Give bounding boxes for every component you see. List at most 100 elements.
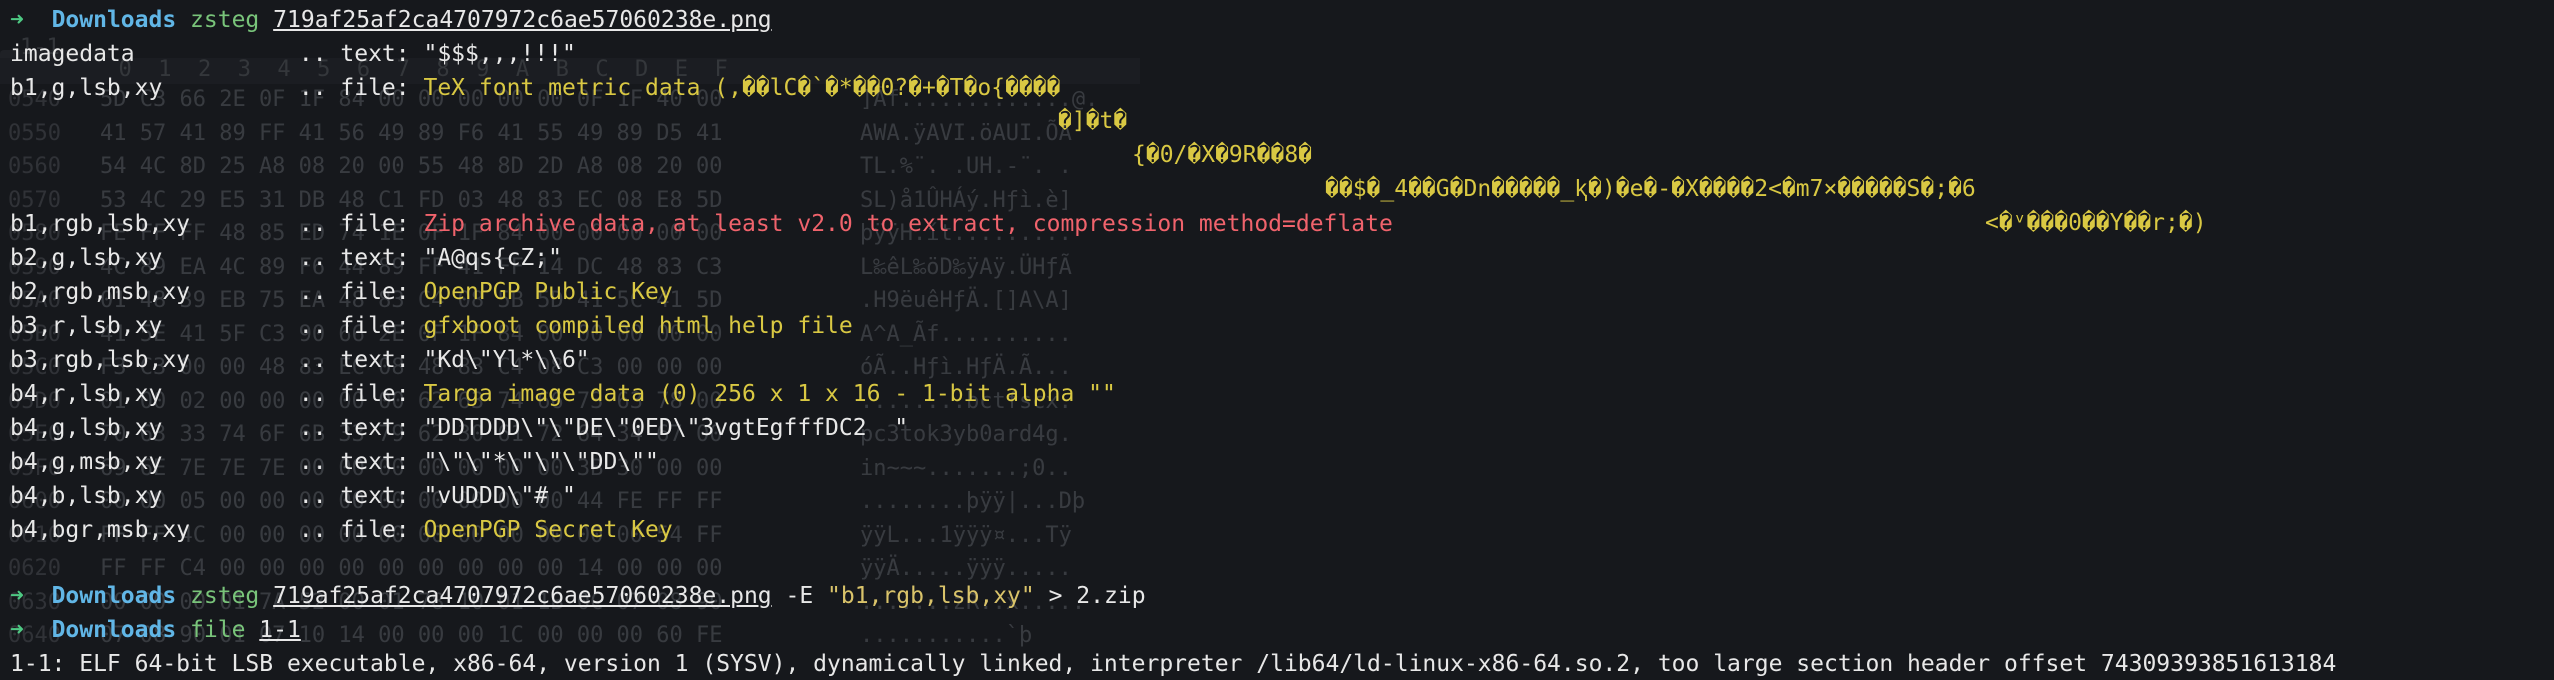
zsteg-result-row: b1,g,lsb,xy .. file: TeX font metric dat… xyxy=(10,72,1060,104)
zsteg-result-row: imagedata .. text: "$$$,,,!!!" xyxy=(10,38,576,70)
command-path[interactable]: 719af25af2ca4707972c6ae57060238e.png xyxy=(273,583,772,609)
prompt-line-2: ➜ Downloads zsteg 719af25af2ca4707972c6a… xyxy=(10,580,1146,612)
command-string-arg: "b1,rgb,lsb,xy" xyxy=(827,583,1035,609)
prompt-line-1: ➜ Downloads zsteg 719af25af2ca4707972c6a… xyxy=(10,4,772,36)
result-channel-label: b4,g,msb,xy xyxy=(10,449,163,475)
result-channel-label: b4,r,lsb,xy xyxy=(10,381,163,407)
background-hex-ascii: in~~~.......;0.. xyxy=(860,455,1072,481)
prompt-arrow-icon: ➜ xyxy=(10,7,24,33)
background-hex-ascii: ÿÿL...1ÿÿÿ¤...Tÿ xyxy=(860,522,1072,548)
background-hex-bytes: 41 57 41 89 FF 41 56 49 89 F6 41 55 49 8… xyxy=(100,120,723,146)
zsteg-result-row: b2,rgb,msb,xy .. file: OpenPGP Public Ke… xyxy=(10,276,673,308)
result-channel-label: b4,g,lsb,xy xyxy=(10,415,163,441)
result-kind: text: xyxy=(340,347,424,373)
command-name: zsteg xyxy=(190,583,260,609)
prompt-arrow-icon: ➜ xyxy=(10,583,24,609)
background-hex-ascii: ÿÿÄ.....ÿÿÿ..... xyxy=(860,556,1072,581)
background-hex-ascii: AWA.ÿAVI.öAUI.ÕA xyxy=(860,120,1072,146)
result-kind: text: xyxy=(340,449,424,475)
background-hex-ascii: A^A_Ãf.......... xyxy=(860,321,1072,347)
background-hex-ascii: .H9ëuêHƒÄ.[]A\A] xyxy=(860,288,1072,313)
result-kind: file: xyxy=(340,313,424,339)
zsteg-result-row: b1,rgb,lsb,xy .. file: Zip archive data,… xyxy=(10,208,1393,240)
result-value: "A@qs{cZ;" xyxy=(423,245,562,271)
command-name: zsteg xyxy=(190,7,260,33)
binary-garbage-line: �]�t� xyxy=(1058,108,1128,134)
zsteg-result-row: b4,g,lsb,xy .. text: "DDTDDD\"\"DE\"0ED\… xyxy=(10,412,908,444)
file-command-output: 1-1: ELF 64-bit LSB executable, x86-64, … xyxy=(10,651,2337,677)
result-channel-label: imagedata xyxy=(10,41,135,67)
result-value: Zip archive data, at least v2.0 to extra… xyxy=(423,211,1393,237)
binary-garbage-line: {�0/�X�9R��8� xyxy=(1132,142,1313,168)
zsteg-result-row: b2,g,lsb,xy .. text: "A@qs{cZ;" xyxy=(10,242,562,274)
result-separator: .. xyxy=(285,245,341,271)
result-channel-label: b4,b,lsb,xy xyxy=(10,483,163,509)
result-kind: text: xyxy=(340,41,424,67)
result-value: "$$$,,,!!!" xyxy=(423,41,576,67)
result-value: "\"\"*\"\"\"DD\"" xyxy=(423,449,659,475)
result-value: "Kd\"Yl*\\6" xyxy=(423,347,590,373)
prompt-cwd: Downloads xyxy=(51,583,177,609)
result-kind: text: xyxy=(340,483,424,509)
zsteg-result-row: b4,b,lsb,xy .. text: "vUDDD\"# " xyxy=(10,480,576,512)
zsteg-result-row: b4,g,msb,xy .. text: "\"\"*\"\"\"DD\"" xyxy=(10,446,659,478)
command-path[interactable]: 719af25af2ca4707972c6ae57060238e.png xyxy=(273,7,772,33)
result-value: OpenPGP Secret Key xyxy=(423,517,673,543)
result-value: gfxboot compiled html help file xyxy=(423,313,853,339)
result-kind: file: xyxy=(340,381,424,407)
binary-garbage-line: ��$�_4��G�Dn�����_ⱪ�)�e�-�X����2<�m7×���… xyxy=(1325,176,1976,202)
background-hex-offset: 0620 xyxy=(8,556,61,581)
result-separator: .. xyxy=(285,211,341,237)
command-redirect: > 2.zip xyxy=(1034,583,1146,609)
result-kind: file: xyxy=(340,279,424,305)
background-hex-ascii: L‰êL‰öD‰ÿAÿ.ÜHƒÃ xyxy=(860,254,1072,280)
result-kind: text: xyxy=(340,245,424,271)
result-separator: .. xyxy=(285,41,341,67)
result-separator: .. xyxy=(285,449,341,475)
result-kind: file: xyxy=(340,211,424,237)
zsteg-result-row: b3,r,lsb,xy .. file: gfxboot compiled ht… xyxy=(10,310,853,342)
result-kind: file: xyxy=(340,517,424,543)
command-name: file xyxy=(190,617,246,643)
result-separator: .. xyxy=(285,279,341,305)
background-hex-ascii: ........þÿÿ|...Dþ xyxy=(860,489,1086,514)
background-hex-row: 0560 54 4C 8D 25 A8 08 20 00 55 48 8D 2D … xyxy=(8,153,1072,181)
command-args: -E xyxy=(771,583,828,609)
result-separator: .. xyxy=(285,381,341,407)
result-channel-label: b1,rgb,lsb,xy xyxy=(10,211,191,237)
result-channel-label: b3,r,lsb,xy xyxy=(10,313,163,339)
command-path[interactable]: 1-1 xyxy=(259,617,301,643)
result-kind: file: xyxy=(340,75,424,101)
prompt-cwd: Downloads xyxy=(51,617,177,643)
result-separator: .. xyxy=(285,483,341,509)
result-value: "DDTDDD\"\"DE\"0ED\"3vgtEgfffDC2 " xyxy=(423,415,909,441)
result-value: "vUDDD\"# " xyxy=(423,483,576,509)
background-hex-offset: 0560 xyxy=(8,154,61,179)
background-hex-bytes: 54 4C 8D 25 A8 08 20 00 55 48 8D 2D A8 0… xyxy=(100,154,723,179)
binary-garbage-line: <�ᵛ���0��Y��r;�) xyxy=(1985,210,2207,236)
result-channel-label: b3,rgb,lsb,xy xyxy=(10,347,191,373)
result-channel-label: b2,g,lsb,xy xyxy=(10,245,163,271)
background-hex-ascii: TL.%¨. .UH.-¨. . xyxy=(860,154,1072,179)
result-channel-label: b4,bgr,msb,xy xyxy=(10,517,191,543)
result-separator: .. xyxy=(285,415,341,441)
background-hex-row: 0620 FF FF C4 00 00 00 00 00 00 00 00 00 … xyxy=(8,555,1072,583)
result-separator: .. xyxy=(285,313,341,339)
result-channel-label: b1,g,lsb,xy xyxy=(10,75,163,101)
prompt-cwd: Downloads xyxy=(51,7,177,33)
result-channel-label: b2,rgb,msb,xy xyxy=(10,279,191,305)
prompt-line-3: ➜ Downloads file 1-1 xyxy=(10,614,301,646)
background-hex-bytes: FF FF C4 00 00 00 00 00 00 00 00 00 14 0… xyxy=(100,556,723,581)
result-kind: text: xyxy=(340,415,424,441)
zsteg-result-row: b3,rgb,lsb,xy .. text: "Kd\"Yl*\\6" xyxy=(10,344,590,376)
background-hex-offset: 0550 xyxy=(8,120,61,146)
terminal-window[interactable]: 1-1 0 1 2 3 4 5 6 7 8 9 A B C D E F 0540… xyxy=(0,0,2554,680)
background-hex-row: 0550 41 57 41 89 FF 41 56 49 89 F6 41 55 … xyxy=(8,120,1072,148)
result-separator: .. xyxy=(285,347,341,373)
prompt-arrow-icon: ➜ xyxy=(10,617,24,643)
zsteg-result-row: b4,bgr,msb,xy .. file: OpenPGP Secret Ke… xyxy=(10,514,673,546)
result-separator: .. xyxy=(285,517,341,543)
result-value: Targa image data (0) 256 x 1 x 16 - 1-bi… xyxy=(423,381,1116,407)
background-hex-ascii: ...........`þ xyxy=(860,623,1033,648)
zsteg-result-row: b4,r,lsb,xy .. file: Targa image data (0… xyxy=(10,378,1116,410)
